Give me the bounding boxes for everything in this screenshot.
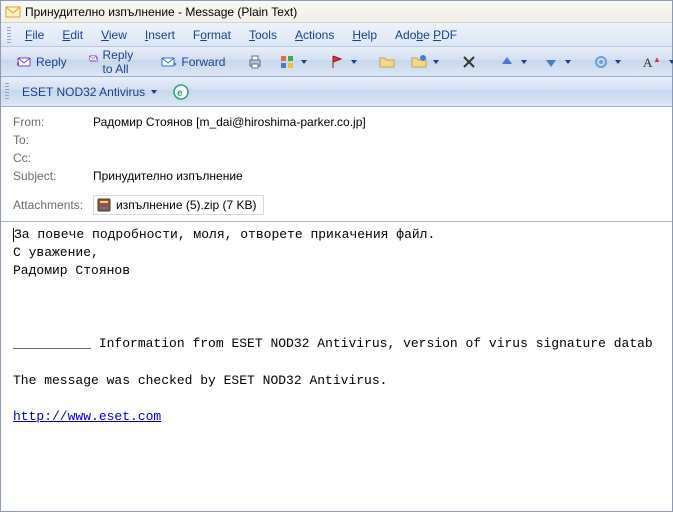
attachment-filename: изпълнение (5).zip (7 KB)	[116, 198, 257, 212]
delete-button[interactable]	[454, 51, 484, 73]
message-body[interactable]: За повече подробности, моля, отворете пр…	[1, 222, 672, 430]
delete-icon	[461, 54, 477, 70]
down-arrow-icon	[543, 54, 559, 70]
folder-icon	[379, 54, 395, 70]
grip-icon	[7, 27, 11, 43]
dropdown-caret-icon	[565, 60, 571, 64]
reply-all-button[interactable]: Reply to All	[82, 51, 147, 73]
eset-label: ESET NOD32 Antivirus	[22, 85, 145, 99]
move-folder-button[interactable]	[372, 51, 402, 73]
body-line-3: Радомир Стоянов	[13, 263, 130, 278]
toolbar-main: Reply Reply to All Forward	[1, 47, 672, 77]
dropdown-caret-icon	[433, 60, 439, 64]
dropdown-caret-icon	[521, 60, 527, 64]
toolbar-eset: ESET NOD32 Antivirus e	[1, 77, 672, 107]
grip-icon	[5, 83, 9, 101]
from-value: Радомир Стоянов [m_dai@hiroshima-parker.…	[93, 115, 366, 129]
menu-adobe-pdf[interactable]: Adobe PDF	[387, 26, 465, 44]
eset-icon-button[interactable]: e	[168, 81, 194, 103]
print-icon	[247, 54, 263, 70]
menu-format[interactable]: Format	[185, 26, 239, 44]
junk-button[interactable]	[586, 51, 628, 73]
reply-all-icon	[89, 54, 99, 70]
body-line-1: За повече подробности, моля, отворете пр…	[14, 227, 435, 242]
print-button[interactable]	[240, 51, 270, 73]
rule-icon	[411, 54, 427, 70]
reply-all-label: Reply to All	[103, 48, 140, 76]
categorize-icon	[279, 54, 295, 70]
from-label: From:	[13, 115, 93, 129]
dropdown-caret-icon	[669, 60, 673, 64]
menu-view[interactable]: View	[93, 26, 135, 44]
font-size-icon: A▲	[643, 54, 663, 70]
junk-icon	[593, 54, 609, 70]
next-button[interactable]	[536, 51, 578, 73]
svg-text:▲: ▲	[653, 55, 661, 64]
menu-file[interactable]: File	[17, 26, 52, 44]
cc-label: Cc:	[13, 151, 93, 165]
message-headers: From: Радомир Стоянов [m_dai@hiroshima-p…	[1, 107, 672, 191]
eset-antivirus-button[interactable]: ESET NOD32 Antivirus	[15, 81, 164, 103]
create-rule-button[interactable]	[404, 51, 446, 73]
reply-icon	[16, 54, 32, 70]
subject-label: Subject:	[13, 169, 93, 183]
forward-button[interactable]: Forward	[154, 51, 232, 73]
forward-icon	[161, 54, 177, 70]
svg-text:e: e	[177, 88, 183, 99]
previous-button[interactable]	[492, 51, 534, 73]
attachments-label: Attachments:	[13, 198, 93, 212]
menu-tools[interactable]: Tools	[241, 26, 285, 44]
body-eset-info: Information from ESET NOD32 Antivirus, v…	[99, 336, 653, 351]
menubar: File Edit View Insert Format Tools Actio…	[1, 23, 672, 47]
window-title: Принудително изпълнение - Message (Plain…	[25, 5, 297, 19]
flag-icon	[329, 54, 345, 70]
mail-icon	[5, 4, 21, 20]
body-divider: __________	[13, 336, 99, 351]
attachments-row: Attachments: изпълнение (5).zip (7 KB)	[1, 191, 672, 222]
dropdown-caret-icon	[351, 60, 357, 64]
subject-value: Принудително изпълнение	[93, 169, 243, 183]
categorize-button[interactable]	[272, 51, 314, 73]
forward-label: Forward	[181, 55, 225, 69]
dropdown-caret-icon	[615, 60, 621, 64]
eset-logo-icon: e	[173, 84, 189, 100]
up-arrow-icon	[499, 54, 515, 70]
svg-text:A: A	[643, 55, 653, 70]
eset-link[interactable]: http://www.eset.com	[13, 409, 161, 424]
menu-insert[interactable]: Insert	[137, 26, 183, 44]
body-eset-checked: The message was checked by ESET NOD32 An…	[13, 373, 387, 388]
dropdown-caret-icon	[151, 90, 157, 94]
attachment-item[interactable]: изпълнение (5).zip (7 KB)	[93, 195, 264, 215]
font-size-button[interactable]: A▲	[636, 51, 673, 73]
flag-button[interactable]	[322, 51, 364, 73]
body-line-2: С уважение,	[13, 245, 99, 260]
dropdown-caret-icon	[301, 60, 307, 64]
menu-edit[interactable]: Edit	[54, 26, 91, 44]
menu-actions[interactable]: Actions	[287, 26, 342, 44]
menu-help[interactable]: Help	[344, 26, 385, 44]
to-label: To:	[13, 133, 93, 147]
reply-button[interactable]: Reply	[9, 51, 74, 73]
reply-label: Reply	[36, 55, 67, 69]
zip-file-icon	[96, 197, 112, 213]
titlebar: Принудително изпълнение - Message (Plain…	[1, 1, 672, 23]
